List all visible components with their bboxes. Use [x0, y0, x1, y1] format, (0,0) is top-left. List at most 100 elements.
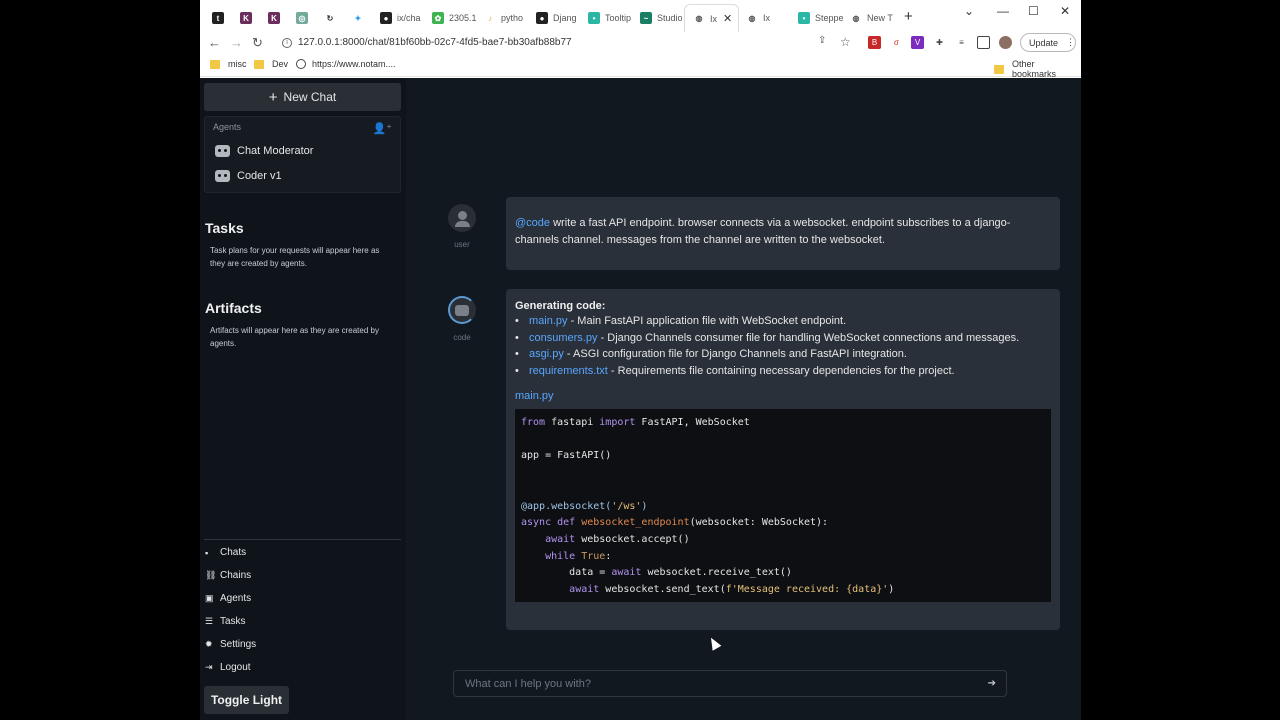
tab[interactable]: ↻ — [316, 4, 345, 32]
add-agent-icon[interactable]: 👤⁺ — [372, 122, 392, 135]
file-desc: - Requirements file containing necessary… — [607, 364, 955, 377]
file-link[interactable]: requirements.txt — [529, 365, 608, 377]
code-file-name[interactable]: main.py — [515, 390, 1051, 402]
new-chat-button[interactable]: + New Chat — [204, 83, 401, 111]
tab[interactable]: ◍ New T — [842, 4, 895, 32]
folder-icon — [210, 59, 220, 69]
refresh-icon: ↻ — [324, 12, 336, 24]
nav-chats[interactable]: ▪ Chats — [205, 547, 246, 558]
globe-icon — [296, 59, 306, 69]
tab[interactable]: ✦ — [344, 4, 373, 32]
agent-label: Coder v1 — [237, 170, 282, 182]
file-link[interactable]: consumers.py — [529, 332, 597, 344]
reload-icon[interactable]: ↻ — [252, 35, 263, 51]
bookmark-dev[interactable]: Dev — [254, 59, 288, 69]
address-bar[interactable]: i 127.0.0.1:8000/chat/81bf60bb-02c7-4fd5… — [274, 32, 864, 53]
arxiv-icon: ✿ — [432, 12, 444, 24]
share-icon[interactable]: ⇪ — [818, 35, 826, 46]
tv-icon: t — [212, 12, 224, 24]
k-icon: K — [240, 12, 252, 24]
tab-label: pytho — [501, 13, 524, 23]
bookmark-misc[interactable]: misc — [210, 59, 247, 69]
bookmark-notam[interactable]: https://www.notam.... — [296, 59, 396, 69]
bookmark-label: https://www.notam.... — [312, 59, 396, 69]
tab[interactable]: K — [260, 4, 289, 32]
chat-input[interactable]: What can I help you with? ➔ — [453, 670, 1007, 697]
tab-label: Tooltip — [605, 13, 632, 23]
agent-coder-v1[interactable]: Coder v1 — [215, 170, 282, 182]
agent-mention[interactable]: @code — [515, 217, 550, 229]
file-list-item: consumers.py - Django Channels consumer … — [515, 330, 1051, 347]
sidebar-divider — [204, 539, 401, 540]
user-message: @code write a fast API endpoint. browser… — [506, 197, 1060, 270]
list-icon: ☰ — [205, 616, 214, 626]
tab-search-icon[interactable]: ⌄ — [964, 4, 974, 18]
generating-title: Generating code: — [515, 300, 606, 312]
agents-label: Agents — [213, 122, 242, 132]
folder-icon — [254, 59, 264, 69]
extension-icon[interactable]: V — [911, 36, 924, 49]
tab[interactable]: ◍ Ix — [738, 4, 791, 32]
app-root: + New Chat Agents 👤⁺ Chat Moderator Code… — [200, 78, 1081, 720]
nav-tasks[interactable]: ☰ Tasks — [205, 616, 246, 627]
nav-label: Agents — [220, 593, 252, 604]
tab-label: Ix — [763, 13, 771, 23]
nav-label: Settings — [220, 639, 257, 650]
update-label: Update — [1029, 37, 1059, 48]
tab[interactable]: ♪ pytho — [476, 4, 529, 32]
tab[interactable]: ● ix/cha — [372, 4, 425, 32]
file-desc: - Django Channels consumer file for hand… — [597, 331, 1020, 344]
studio-icon: ~ — [640, 12, 652, 24]
code-agent-avatar — [448, 296, 476, 324]
tab[interactable]: ~ Studio — [632, 4, 685, 32]
tab[interactable]: • Tooltip — [580, 4, 633, 32]
maximize-icon[interactable]: ☐ — [1028, 4, 1039, 18]
nav-settings[interactable]: ✹ Settings — [205, 639, 256, 650]
nav-chains[interactable]: ⛓ Chains — [205, 570, 251, 581]
bookmark-label: Dev — [272, 59, 289, 69]
update-button[interactable]: Update ⋮ — [1020, 33, 1076, 52]
extension-icon[interactable]: B — [868, 36, 881, 49]
link-icon: ⛓ — [205, 570, 217, 580]
nav-label: Chains — [220, 570, 252, 581]
send-arrow-icon[interactable]: ➔ — [988, 678, 996, 689]
bookmark-star-icon[interactable]: ☆ — [840, 35, 851, 49]
extension-icon[interactable]: σ — [890, 36, 903, 49]
other-bookmarks[interactable]: Other bookmarks — [994, 59, 1081, 79]
minimize-icon[interactable]: — — [997, 4, 1009, 18]
globe-icon: ◍ — [850, 12, 862, 24]
tab[interactable]: ● Djang — [528, 4, 581, 32]
new-tab-icon[interactable]: + — [904, 8, 913, 25]
tab[interactable]: • Steppe — [790, 4, 843, 32]
more-menu-icon[interactable]: ⋮ — [1066, 37, 1075, 48]
tab-label: Studio — [657, 13, 683, 23]
forward-icon[interactable]: → — [230, 35, 243, 50]
toggle-light-button[interactable]: Toggle Light — [204, 686, 289, 714]
tab[interactable]: t — [204, 4, 233, 32]
tab[interactable]: ◎ — [288, 4, 317, 32]
close-window-icon[interactable]: ✕ — [1060, 4, 1070, 18]
file-desc: - ASGI configuration file for Django Cha… — [563, 348, 907, 361]
nav-agents[interactable]: ▣ Agents — [205, 593, 251, 604]
bookmarks-bar: misc Dev https://www.notam.... Other boo… — [200, 55, 1081, 79]
site-info-icon[interactable]: i — [282, 37, 292, 48]
side-panel-icon[interactable] — [977, 36, 990, 49]
tab-label: New T — [867, 13, 893, 23]
extensions-puzzle-icon[interactable]: ✚ — [933, 36, 946, 49]
tab-active[interactable]: ◍ Ix ✕ — [684, 4, 739, 32]
tab[interactable]: K — [232, 4, 261, 32]
folder-icon — [994, 64, 1004, 74]
file-link[interactable]: asgi.py — [529, 348, 564, 360]
close-tab-icon[interactable]: ✕ — [723, 12, 732, 25]
user-message-text: @code write a fast API endpoint. browser… — [515, 215, 1051, 249]
browser-toolbar: ← → ↻ i 127.0.0.1:8000/chat/81bf60bb-02c… — [200, 32, 1081, 54]
sidebar: + New Chat Agents 👤⁺ Chat Moderator Code… — [200, 78, 406, 720]
profile-avatar[interactable] — [999, 36, 1012, 49]
reading-list-icon[interactable]: ≡ — [955, 36, 968, 49]
nav-logout[interactable]: ⇥ Logout — [205, 662, 251, 673]
file-link[interactable]: main.py — [529, 315, 568, 327]
back-icon[interactable]: ← — [208, 35, 221, 50]
agent-chat-moderator[interactable]: Chat Moderator — [215, 145, 313, 157]
tooltip-icon: • — [588, 12, 600, 24]
tab[interactable]: ✿ 2305.1 — [424, 4, 477, 32]
